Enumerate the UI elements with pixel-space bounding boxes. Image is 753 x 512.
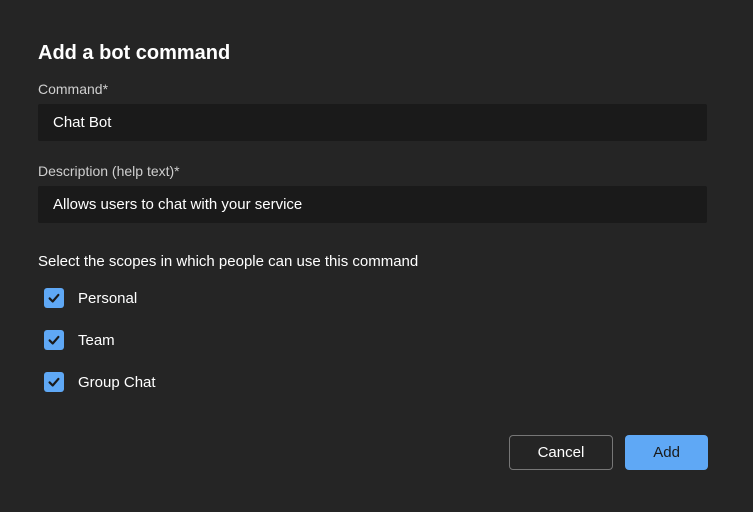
description-label-text: Description (help text) [38, 163, 174, 179]
description-label: Description (help text)* [38, 163, 711, 179]
scopes-label: Select the scopes in which people can us… [38, 253, 711, 270]
scope-label-personal: Personal [78, 290, 137, 307]
dialog-footer: Cancel Add [509, 435, 708, 470]
command-label-text: Command [38, 81, 103, 97]
scope-row-groupchat: Group Chat [44, 372, 711, 392]
checkbox-personal[interactable] [44, 288, 64, 308]
check-icon [47, 333, 61, 347]
check-icon [47, 291, 61, 305]
cancel-button[interactable]: Cancel [509, 435, 614, 470]
check-icon [47, 375, 61, 389]
scope-label-groupchat: Group Chat [78, 374, 156, 391]
required-indicator: * [174, 163, 179, 179]
scope-row-team: Team [44, 330, 711, 350]
checkbox-groupchat[interactable] [44, 372, 64, 392]
checkbox-team[interactable] [44, 330, 64, 350]
page-title: Add a bot command [38, 42, 711, 65]
command-label: Command* [38, 81, 711, 97]
scope-label-team: Team [78, 332, 115, 349]
required-indicator: * [103, 81, 108, 97]
scope-row-personal: Personal [44, 288, 711, 308]
command-input[interactable] [38, 104, 707, 141]
add-button[interactable]: Add [625, 435, 708, 470]
description-input[interactable] [38, 186, 707, 223]
